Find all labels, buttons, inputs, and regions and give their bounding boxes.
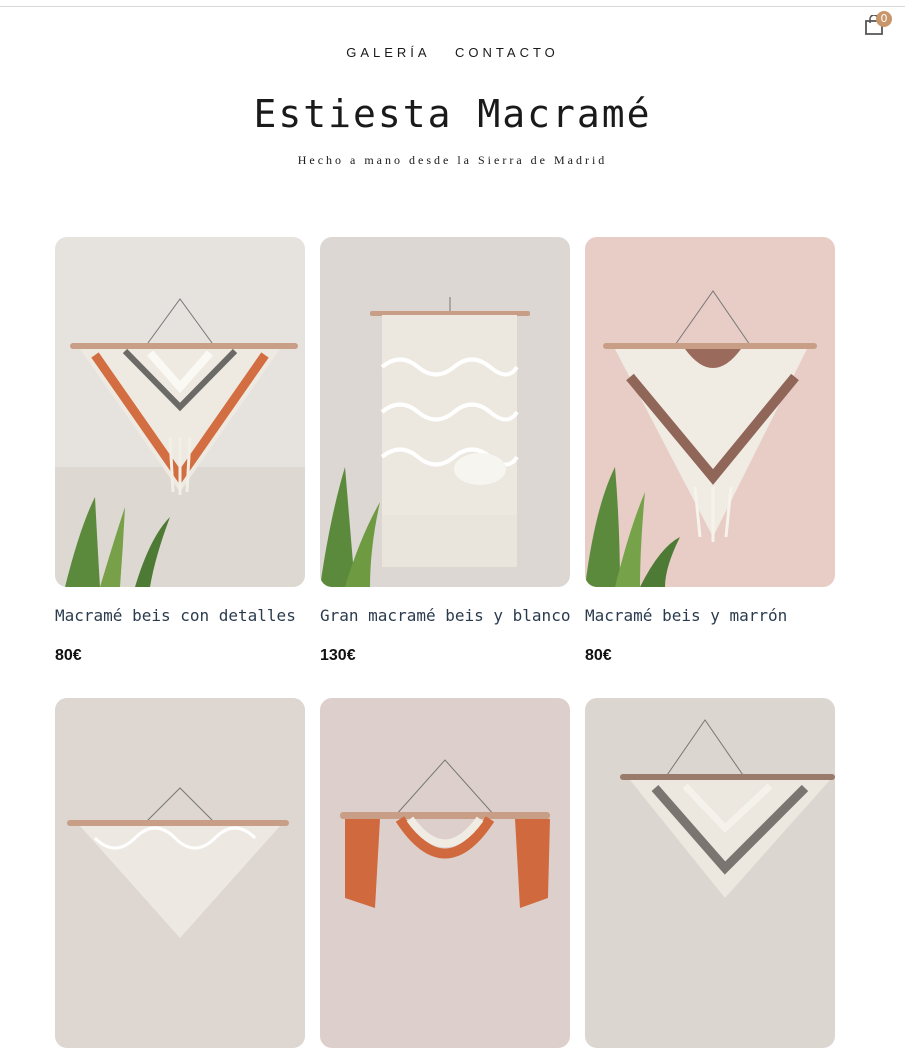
nav-link-contacto[interactable]: CONTACTO	[455, 45, 559, 60]
top-divider	[0, 6, 905, 7]
product-image[interactable]	[320, 698, 570, 1048]
product-image[interactable]	[585, 698, 835, 1048]
product-card[interactable]: Gran macramé beis y blanco 130€	[320, 237, 570, 664]
product-price: 130€	[320, 647, 356, 664]
product-image[interactable]	[320, 237, 570, 587]
product-name[interactable]: Macramé beis y marrón	[585, 606, 787, 625]
product-card[interactable]	[585, 698, 835, 1048]
product-card[interactable]: Macramé beis con detalles 80€	[55, 237, 305, 664]
product-card[interactable]: Macramé beis y marrón 80€	[585, 237, 835, 664]
site-title[interactable]: Estiesta Macramé	[0, 92, 905, 136]
product-name[interactable]: Gran macramé beis y blanco	[320, 606, 570, 625]
cart-count-badge: 0	[876, 11, 892, 27]
product-price: 80€	[55, 647, 82, 664]
product-image[interactable]	[55, 237, 305, 587]
product-image[interactable]	[585, 237, 835, 587]
main-nav: GALERÍA CONTACTO	[0, 44, 905, 62]
product-name[interactable]: Macramé beis con detalles	[55, 606, 296, 625]
product-card[interactable]	[55, 698, 305, 1048]
cart-button[interactable]: 0	[862, 11, 892, 38]
nav-link-galeria[interactable]: GALERÍA	[346, 45, 430, 60]
site-subtitle: Hecho a mano desde la Sierra de Madrid	[297, 153, 608, 167]
product-price: 80€	[585, 647, 612, 664]
product-image[interactable]	[55, 698, 305, 1048]
product-card[interactable]	[320, 698, 570, 1048]
